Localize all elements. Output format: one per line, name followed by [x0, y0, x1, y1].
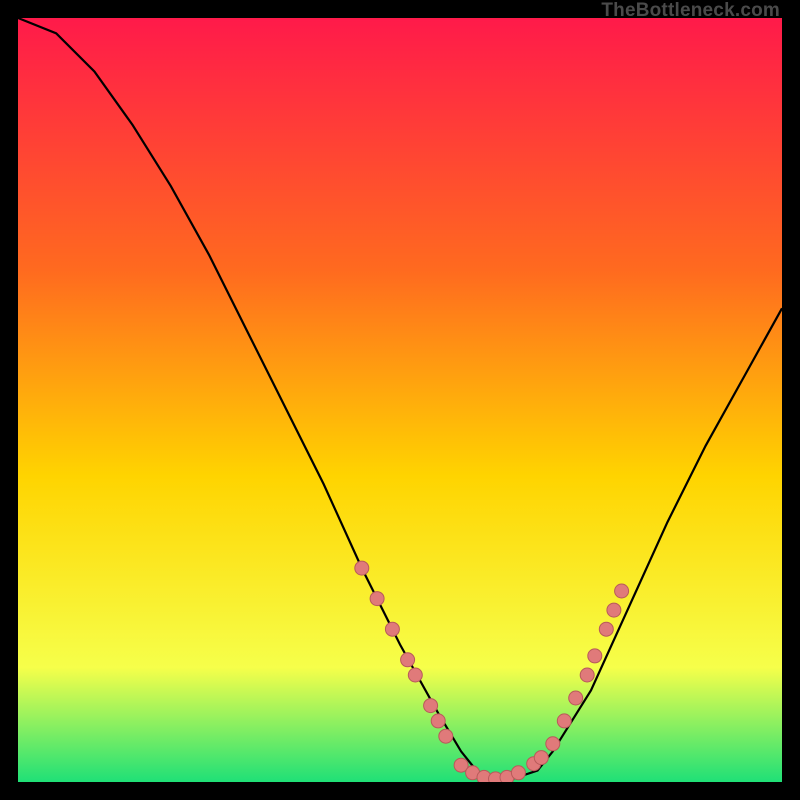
- data-marker: [607, 603, 621, 617]
- gradient-background: [18, 18, 782, 782]
- plot-area: [18, 18, 782, 782]
- outer-frame: TheBottleneck.com: [0, 0, 800, 800]
- data-marker: [615, 584, 629, 598]
- data-marker: [385, 622, 399, 636]
- data-marker: [534, 751, 548, 765]
- data-marker: [408, 668, 422, 682]
- data-marker: [355, 561, 369, 575]
- data-marker: [370, 592, 384, 606]
- data-marker: [569, 691, 583, 705]
- data-marker: [401, 653, 415, 667]
- data-marker: [431, 714, 445, 728]
- chart-svg: [18, 18, 782, 782]
- data-marker: [588, 649, 602, 663]
- data-marker: [599, 622, 613, 636]
- data-marker: [557, 714, 571, 728]
- data-marker: [439, 729, 453, 743]
- data-marker: [511, 766, 525, 780]
- data-marker: [424, 699, 438, 713]
- data-marker: [580, 668, 594, 682]
- data-marker: [546, 737, 560, 751]
